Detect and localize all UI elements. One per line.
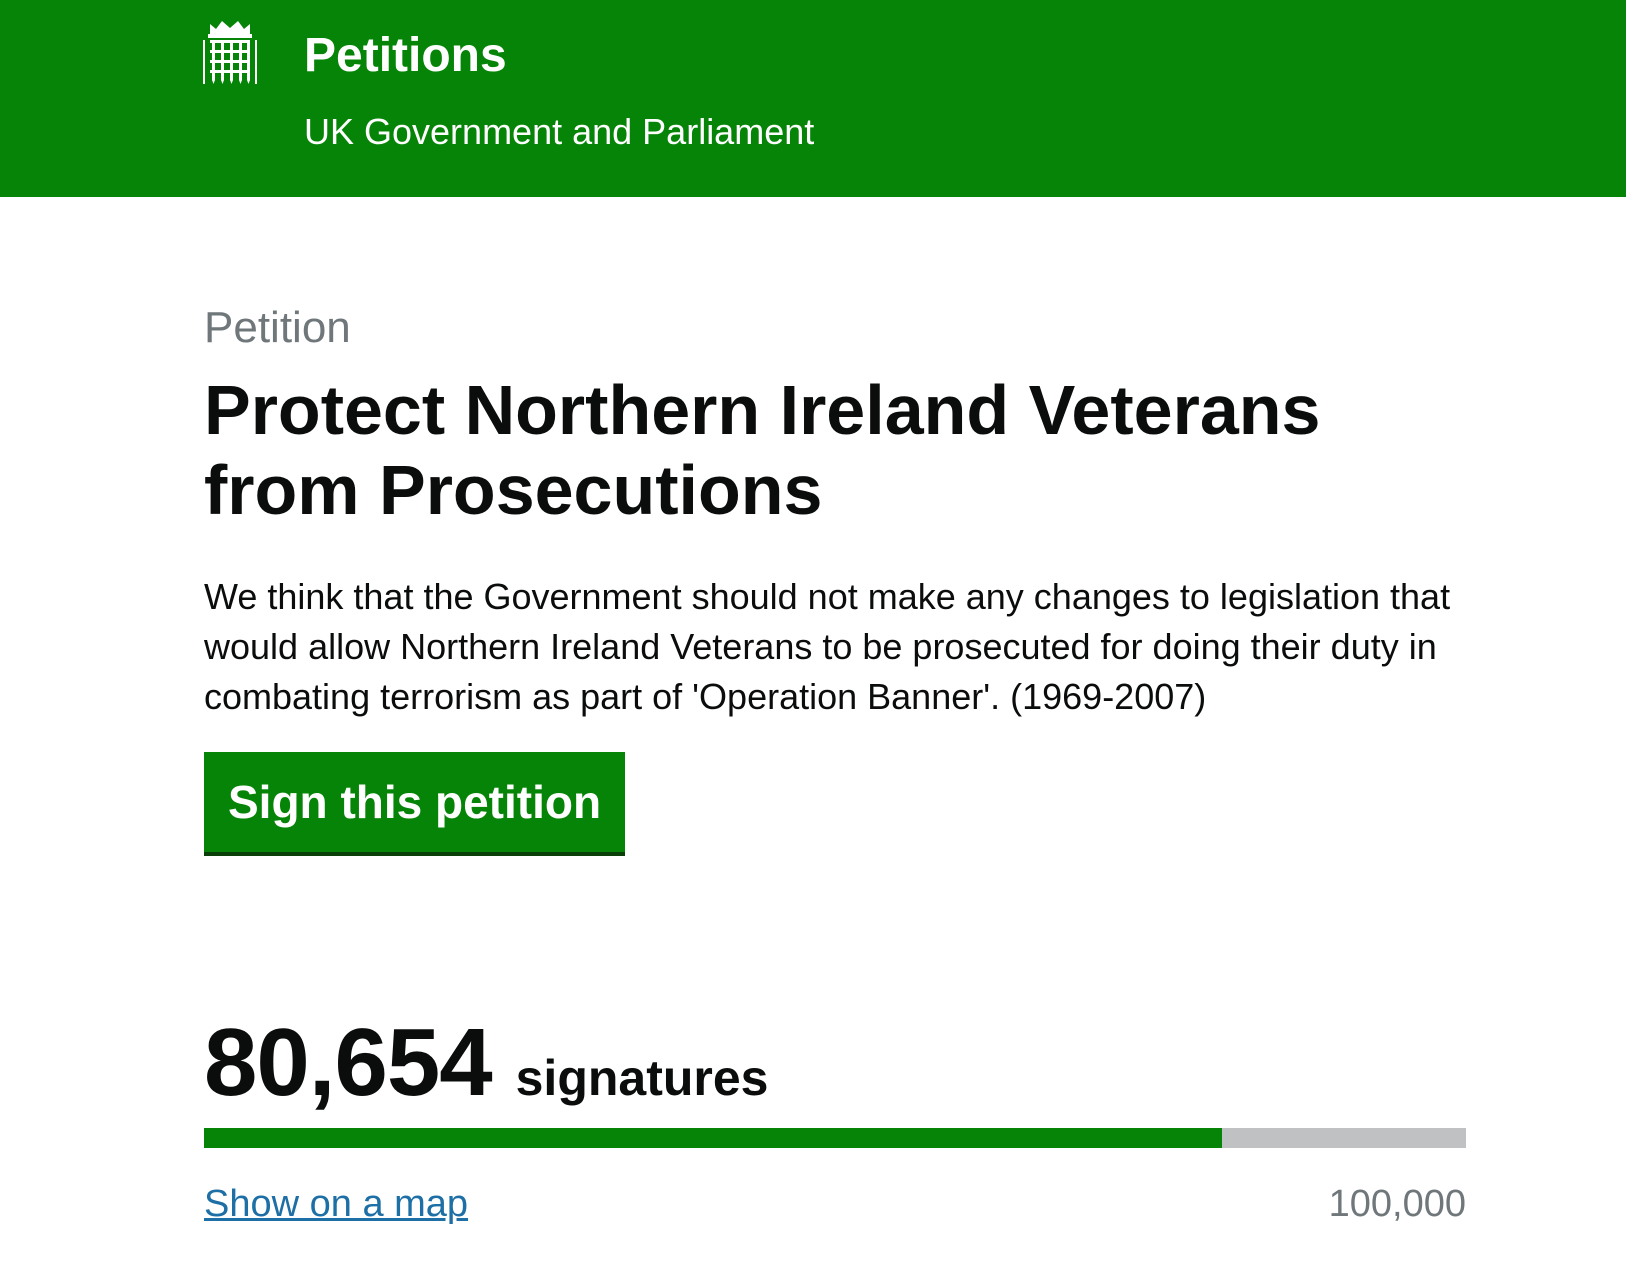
show-on-map-link[interactable]: Show on a map xyxy=(204,1180,468,1228)
portcullis-icon[interactable] xyxy=(202,18,258,86)
signature-label: signatures xyxy=(515,1050,769,1106)
signature-threshold: 100,000 xyxy=(1328,1183,1466,1225)
petition-content: Petition Protect Northern Ireland Vetera… xyxy=(204,300,1466,852)
signature-count-block: 80,654 signatures xyxy=(204,1008,768,1118)
signature-progress-fill xyxy=(204,1128,1222,1148)
signature-progress-bar xyxy=(204,1128,1466,1148)
petition-kicker: Petition xyxy=(204,303,351,352)
site-title[interactable]: Petitions xyxy=(304,26,507,86)
sign-petition-button[interactable]: Sign this petition xyxy=(204,752,626,852)
petition-title: Protect Northern Ireland Veterans from P… xyxy=(204,371,1321,529)
signature-count: 80,654 xyxy=(204,1009,493,1116)
site-header: Petitions UK Government and Parliament xyxy=(0,0,1626,197)
petition-description: We think that the Government should not … xyxy=(204,576,1451,717)
site-subtitle: UK Government and Parliament xyxy=(304,111,815,152)
